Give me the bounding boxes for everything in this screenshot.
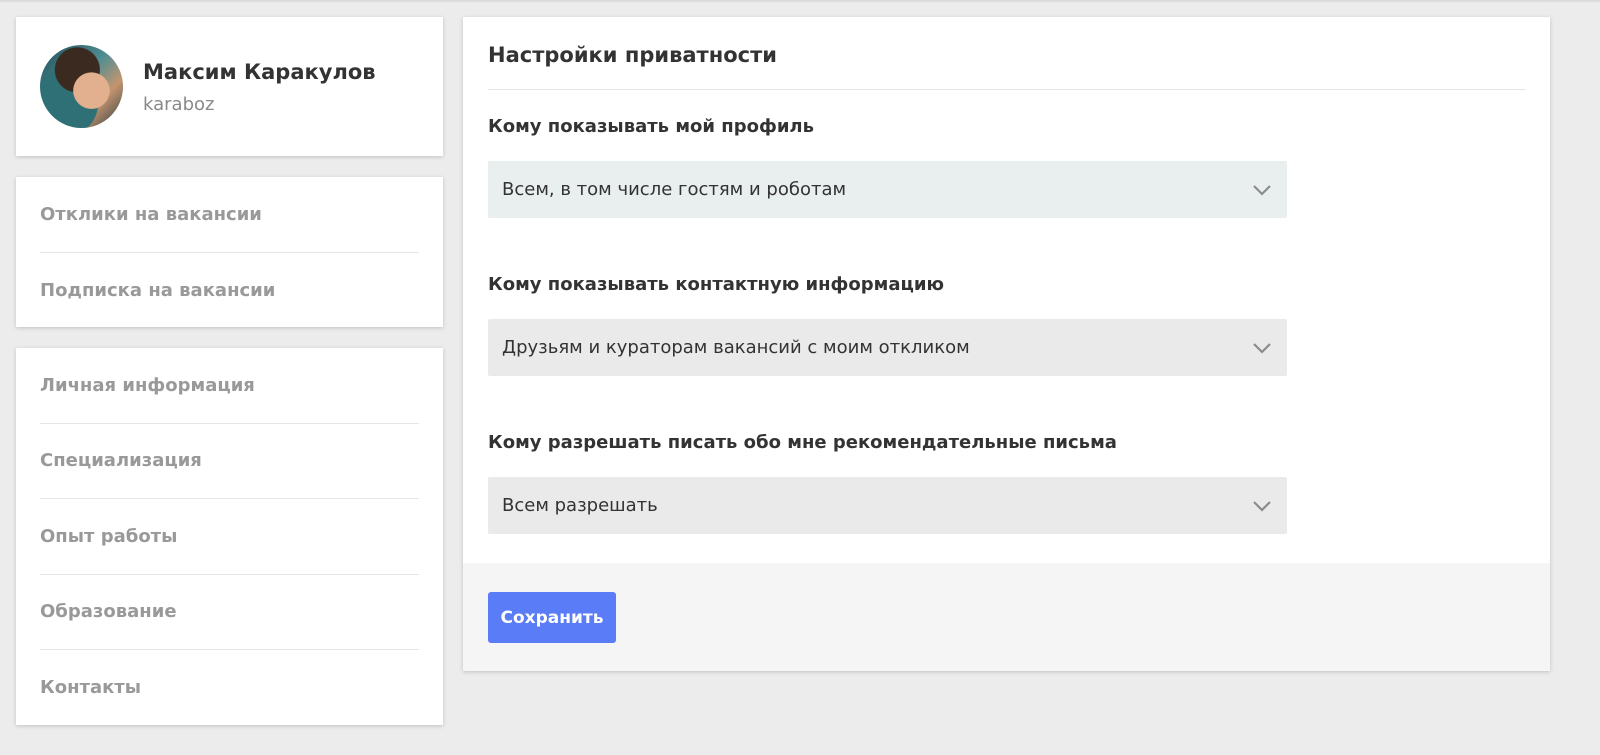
menu-item-personal-info[interactable]: Личная информация bbox=[40, 348, 419, 424]
profile-visibility-label: Кому показывать мой профиль bbox=[488, 116, 814, 137]
top-shadow bbox=[0, 0, 1600, 3]
recommendations-select[interactable]: Всем разрешать bbox=[488, 477, 1287, 534]
profile-name[interactable]: Максим Каракулов bbox=[143, 60, 376, 84]
profile-menu: Личная информация Специализация Опыт раб… bbox=[16, 348, 443, 725]
menu-item-contacts[interactable]: Контакты bbox=[40, 650, 419, 726]
recommendations-value: Всем разрешать bbox=[502, 495, 658, 516]
vacancies-menu: Отклики на вакансии Подписка на вакансии bbox=[16, 177, 443, 327]
menu-item-experience[interactable]: Опыт работы bbox=[40, 499, 419, 575]
title-divider bbox=[488, 89, 1526, 90]
panel-footer: Сохранить bbox=[463, 563, 1550, 671]
menu-item-education[interactable]: Образование bbox=[40, 575, 419, 650]
contact-visibility-select[interactable]: Друзьям и кураторам вакансий с моим откл… bbox=[488, 319, 1287, 376]
menu-item-responses[interactable]: Отклики на вакансии bbox=[40, 177, 419, 253]
avatar[interactable] bbox=[40, 45, 123, 128]
chevron-down-icon bbox=[1253, 185, 1271, 196]
save-button[interactable]: Сохранить bbox=[488, 592, 616, 643]
profile-login: karaboz bbox=[143, 94, 215, 115]
contact-visibility-value: Друзьям и кураторам вакансий с моим откл… bbox=[502, 337, 970, 358]
contact-visibility-label: Кому показывать контактную информацию bbox=[488, 274, 944, 295]
page-title: Настройки приватности bbox=[488, 43, 777, 67]
recommendations-label: Кому разрешать писать обо мне рекомендат… bbox=[488, 432, 1117, 453]
menu-item-specialization[interactable]: Специализация bbox=[40, 424, 419, 499]
chevron-down-icon bbox=[1253, 343, 1271, 354]
chevron-down-icon bbox=[1253, 501, 1271, 512]
profile-visibility-value: Всем, в том числе гостям и роботам bbox=[502, 179, 847, 200]
privacy-settings-panel: Настройки приватности Кому показывать мо… bbox=[463, 17, 1550, 671]
profile-card: Максим Каракулов karaboz bbox=[16, 17, 443, 156]
profile-visibility-select[interactable]: Всем, в том числе гостям и роботам bbox=[488, 161, 1287, 218]
menu-item-subscription[interactable]: Подписка на вакансии bbox=[40, 253, 419, 329]
